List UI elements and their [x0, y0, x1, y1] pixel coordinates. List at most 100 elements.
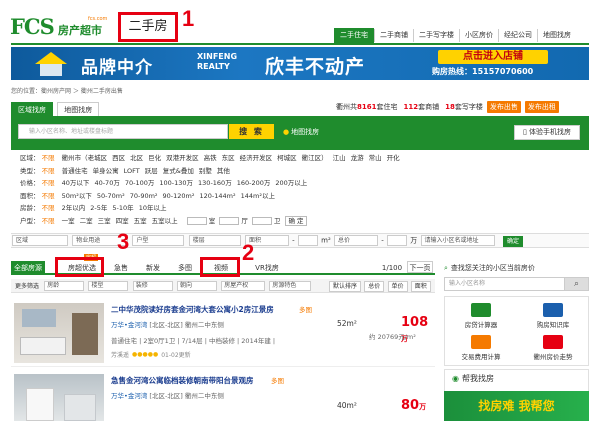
filter-option[interactable]: 160-200万 [237, 179, 271, 187]
filter-option[interactable]: 10年以上 [139, 204, 167, 212]
filter-option[interactable]: 50-70m² [97, 192, 125, 200]
help-find-banner[interactable]: 找房难 我帮您 [444, 391, 589, 421]
agent-name[interactable]: 芳溪遥 [111, 350, 129, 359]
dropdown-layout[interactable]: 户型 [132, 235, 185, 246]
filter-option[interactable]: 开化 [387, 154, 400, 162]
listing-item[interactable]: 二中华茂院读好房套金河湾大套公寓小2房江景房 多图 万华•金河湾 [北区-北区]… [11, 297, 435, 367]
filter-option[interactable]: 五室以上 [152, 217, 178, 225]
filter-option-any[interactable]: 不限 [42, 192, 55, 200]
filter-option[interactable]: 跃层 [145, 167, 158, 175]
listing-photo[interactable] [14, 374, 104, 421]
listing-community[interactable]: 万华•金河湾 [111, 321, 147, 329]
filter-option[interactable]: 40万以下 [62, 179, 90, 187]
publish-rent-button[interactable]: 发布出租 [524, 101, 559, 113]
filter-option[interactable]: 常山 [369, 154, 382, 162]
layout-confirm-button[interactable]: 确 定 [285, 215, 307, 226]
sort-unit-price[interactable]: 单价 [387, 281, 408, 292]
filter-option[interactable]: 单身公寓 [93, 167, 119, 175]
rooms-input[interactable] [186, 216, 207, 225]
dropdown-features[interactable]: 房源特色 [269, 281, 312, 291]
filter-option[interactable]: 100-130万 [159, 179, 193, 187]
price-min-input[interactable]: 总价 [334, 235, 379, 246]
site-logo[interactable]: FCS 房产超市 fcs.com [10, 14, 116, 40]
topnav-item-shops[interactable]: 二手商铺 [374, 29, 413, 42]
filter-option[interactable]: 复式&叠加 [163, 167, 194, 175]
filter-option[interactable]: 四室 [116, 217, 129, 225]
search-input[interactable]: 输入小区名称、地址或楼盘标题 [18, 124, 228, 139]
filter-option-any[interactable]: 不限 [42, 167, 55, 175]
filter-option[interactable]: LOFT [124, 167, 140, 175]
mobile-search-button[interactable]: ▯ 体验手机找房 [514, 125, 580, 140]
filter-option[interactable]: 三室 [98, 217, 111, 225]
filter-option[interactable]: 衢州市（老城区 [62, 154, 108, 162]
listing-title[interactable]: 急售金河湾公寓临档装修朝南带阳台景观房 [111, 375, 254, 386]
map-search-link[interactable]: ● 地图找房 [283, 127, 319, 137]
filter-option[interactable]: 其他 [217, 167, 230, 175]
listing-community[interactable]: 万华•金河湾 [111, 392, 147, 400]
community-search-input[interactable]: 请输入小区名或地址 [420, 235, 495, 246]
breadcrumb[interactable]: 您的位置：衢州房产网 ＞ 衢州二手房出售 [11, 86, 123, 95]
filter-option[interactable]: 2-5年 [90, 204, 107, 212]
publish-sale-button[interactable]: 发布出售 [486, 101, 521, 113]
filter-option[interactable]: 2年以内 [62, 204, 86, 212]
filter-option[interactable]: 5-10年 [112, 204, 133, 212]
tool-price-trend[interactable]: 衢州房价走势 [517, 335, 589, 361]
tab-all-listings[interactable]: 全部房源 [11, 261, 45, 275]
filter-option[interactable]: 双港开发区 [166, 154, 199, 162]
filter-option[interactable]: 二室 [80, 217, 93, 225]
listing-photo[interactable] [14, 303, 104, 363]
filter-option[interactable]: 五室 [134, 217, 147, 225]
tab-area-search[interactable]: 区域找房 [11, 102, 53, 116]
tool-mortgage-calculator[interactable]: 房贷计算器 [445, 303, 517, 329]
tool-fee-calculator[interactable]: 交易费用计算 [445, 335, 517, 361]
tab-map-search[interactable]: 地图找房 [57, 102, 100, 116]
dropdown-floor[interactable]: 楼层 [188, 235, 241, 246]
filter-option[interactable]: 高铁 [204, 154, 217, 162]
tab-new[interactable]: 新发 [143, 261, 163, 275]
tab-urgent[interactable]: 急售 [111, 261, 131, 275]
filter-option[interactable]: 144m²以上 [241, 192, 275, 200]
filter-option[interactable]: 40-70万 [94, 179, 119, 187]
listing-item[interactable]: 急售金河湾公寓临档装修朝南带阳台景观房 多图 万华•金河湾 [北区-北区] 衢州… [11, 368, 435, 421]
filter-option[interactable]: 巨化 [148, 154, 161, 162]
filter-option[interactable]: 柯城区 [277, 154, 297, 162]
filter-option-any[interactable]: 不限 [42, 179, 55, 187]
filter-option[interactable]: 东区 [222, 154, 235, 162]
filter-option[interactable]: 衢江区） [302, 154, 328, 162]
topnav-item-community-prices[interactable]: 小区房价 [459, 29, 498, 42]
dropdown-building-type[interactable]: 楼型 [88, 281, 129, 291]
filter-option[interactable]: 50m²以下 [62, 192, 92, 200]
dropdown-property-rights[interactable]: 房屋产权 [221, 281, 266, 291]
sort-default[interactable]: 默认排序 [329, 281, 362, 292]
price-max-input[interactable] [387, 235, 408, 246]
dropdown-decoration[interactable]: 装修 [132, 281, 173, 291]
listing-title[interactable]: 二中华茂院读好房套金河湾大套公寓小2房江景房 [111, 304, 274, 315]
filter-option-any[interactable]: 不限 [42, 204, 55, 212]
filter-option[interactable]: 200万以上 [275, 179, 307, 187]
filter-option[interactable]: 龙游 [351, 154, 364, 162]
community-price-search-button[interactable]: ⌕ [564, 277, 589, 291]
sort-total-price[interactable]: 总价 [364, 281, 385, 292]
ad-banner[interactable]: 品牌中介 XINFENG REALTY 欣丰不动产 点击进入店铺 购房热线：15… [11, 47, 589, 80]
filter-option[interactable]: 西区 [112, 154, 125, 162]
filter-option[interactable]: 120-144m² [200, 192, 236, 200]
dropdown-orientation[interactable]: 朝向 [176, 281, 217, 291]
quick-filter-go-button[interactable]: 确定 [503, 236, 523, 247]
baths-input[interactable] [251, 216, 272, 225]
topnav-item-map[interactable]: 地图找房 [537, 29, 576, 42]
tab-multi-photo[interactable]: 多图 [175, 261, 195, 275]
filter-option[interactable]: 江山 [333, 154, 346, 162]
filter-option[interactable]: 经济开发区 [240, 154, 273, 162]
filter-option[interactable]: 70-100万 [125, 179, 155, 187]
halls-input[interactable] [219, 216, 240, 225]
sort-area[interactable]: 面积 [410, 281, 431, 292]
next-page-button[interactable]: 下一页 [407, 261, 433, 273]
filter-option-any[interactable]: 不限 [42, 217, 55, 225]
area-max-input[interactable] [297, 235, 318, 246]
filter-option[interactable]: 70-90m² [130, 192, 158, 200]
dropdown-age[interactable]: 房龄 [44, 281, 85, 291]
filter-option[interactable]: 别墅 [199, 167, 212, 175]
banner-cta-button[interactable]: 点击进入店铺 [438, 50, 548, 64]
search-button[interactable]: 搜 索 [229, 124, 274, 139]
filter-option[interactable]: 北区 [130, 154, 143, 162]
